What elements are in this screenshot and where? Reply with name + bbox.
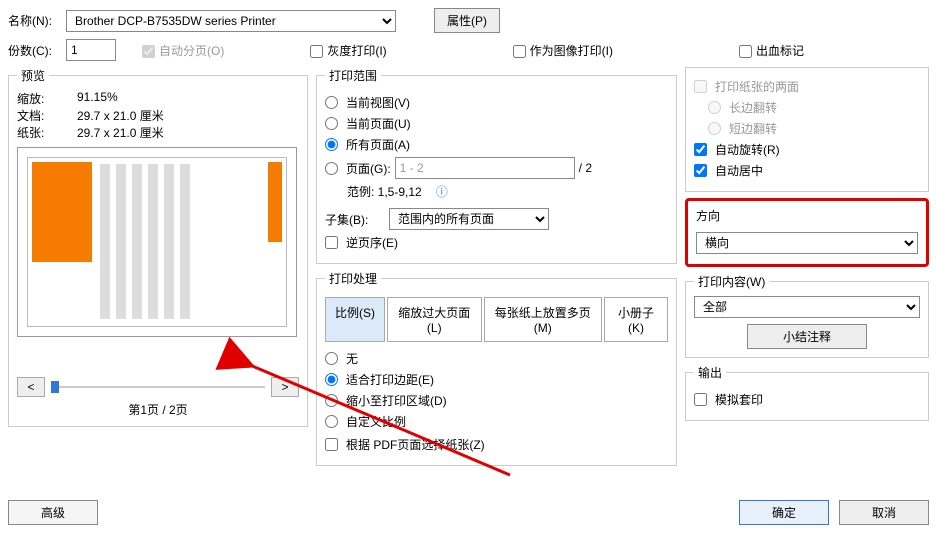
print-content-group: 打印内容(W) 全部 小结注释 (685, 273, 929, 358)
zoom-label: 缩放: (17, 90, 77, 107)
duplex-group: 打印纸张的两面 长边翻转 短边翻转 自动旋转(R) 自动居中 (685, 67, 929, 192)
grayscale-option[interactable]: 灰度打印(I) (310, 42, 386, 59)
tab-booklet[interactable]: 小册子(K) (604, 297, 668, 342)
scale-custom-radio[interactable] (325, 415, 338, 428)
reverse-checkbox[interactable] (325, 236, 338, 249)
pages-label: 页面(G): (346, 160, 391, 177)
copies-label: 份数(C): (8, 42, 58, 59)
output-group: 输出 模拟套印 (685, 364, 929, 421)
auto-rotate-checkbox[interactable] (694, 143, 707, 156)
collate-checkbox (142, 45, 155, 58)
doc-label: 文档: (17, 107, 77, 124)
auto-center-label: 自动居中 (715, 162, 763, 179)
paper-label: 纸张: (17, 124, 77, 141)
ok-button[interactable]: 确定 (739, 500, 829, 525)
orientation-legend: 方向 (696, 207, 918, 224)
scale-shrink-label: 缩小至打印区域(D) (346, 392, 447, 409)
choose-paper-checkbox[interactable] (325, 438, 338, 451)
scale-none-radio[interactable] (325, 352, 338, 365)
brand-text: Foxit (34, 296, 45, 320)
as-image-option[interactable]: 作为图像打印(I) (513, 42, 613, 59)
preview-group: 预览 缩放:91.15% 文档:29.7 x 21.0 厘米 纸张:29.7 x… (8, 67, 308, 427)
doc-value: 29.7 x 21.0 厘米 (77, 107, 164, 124)
subset-select[interactable]: 范围内的所有页面 (389, 208, 549, 230)
bleed-checkbox[interactable] (739, 45, 752, 58)
advanced-button[interactable]: 高级 (8, 500, 98, 525)
range-example: 范例: 1,5-9,12 (347, 183, 422, 200)
orientation-select[interactable]: 横向 (696, 232, 918, 254)
auto-rotate-label: 自动旋转(R) (715, 141, 780, 158)
paper-value: 29.7 x 21.0 厘米 (77, 124, 164, 141)
subset-label: 子集(B): (325, 211, 385, 228)
scale-fit-label: 适合打印边距(E) (346, 371, 434, 388)
content-legend: 打印内容(W) (694, 273, 769, 290)
scale-none-label: 无 (346, 350, 358, 367)
flip-short-radio (708, 122, 721, 135)
printer-select[interactable]: Brother DCP-B7535DW series Printer (66, 10, 396, 32)
pages-total: / 2 (579, 161, 592, 175)
copies-input[interactable] (66, 39, 116, 61)
current-view-label: 当前视图(V) (346, 94, 410, 111)
current-page-radio[interactable] (325, 117, 338, 130)
output-legend: 输出 (694, 364, 726, 381)
zoom-value: 91.15% (77, 90, 118, 107)
print-range-group: 打印范围 当前视图(V) 当前页面(U) 所有页面(A) 页面(G): / 2 … (316, 67, 677, 264)
flip-long-radio (708, 101, 721, 114)
scale-shrink-radio[interactable] (325, 394, 338, 407)
scale-fit-radio[interactable] (325, 373, 338, 386)
cancel-button[interactable]: 取消 (839, 500, 929, 525)
page-indicator: 第1页 / 2页 (17, 401, 299, 418)
orientation-highlight: 方向 横向 (685, 198, 929, 267)
tab-tile[interactable]: 缩放过大页面(L) (387, 297, 482, 342)
as-image-checkbox[interactable] (513, 45, 526, 58)
all-pages-label: 所有页面(A) (346, 136, 410, 153)
next-page-button[interactable]: > (271, 377, 299, 397)
current-page-label: 当前页面(U) (346, 115, 411, 132)
properties-button[interactable]: 属性(P) (434, 8, 500, 33)
grayscale-checkbox[interactable] (310, 45, 323, 58)
pages-radio[interactable] (325, 162, 338, 175)
bleed-option[interactable]: 出血标记 (739, 42, 804, 59)
duplex-label: 打印纸张的两面 (715, 78, 799, 95)
info-icon[interactable]: ⓘ (436, 183, 448, 200)
range-legend: 打印范围 (325, 67, 381, 84)
collate-option: 自动分页(O) (142, 42, 224, 59)
flip-long-label: 长边翻转 (729, 99, 777, 116)
current-view-radio[interactable] (325, 96, 338, 109)
all-pages-radio[interactable] (325, 138, 338, 151)
name-label: 名称(N): (8, 12, 58, 29)
auto-center-checkbox[interactable] (694, 164, 707, 177)
scale-custom-label: 自定义比例 (346, 413, 406, 430)
preview-thumbnail: Foxit (17, 147, 297, 337)
content-select[interactable]: 全部 (694, 296, 920, 318)
prev-page-button[interactable]: < (17, 377, 45, 397)
flip-short-label: 短边翻转 (729, 120, 777, 137)
reverse-label: 逆页序(E) (346, 234, 398, 251)
tab-multiple[interactable]: 每张纸上放置多页(M) (484, 297, 603, 342)
preview-legend: 预览 (17, 67, 49, 84)
duplex-checkbox (694, 80, 707, 93)
choose-paper-label: 根据 PDF页面选择纸张(Z) (346, 436, 485, 453)
print-handling-group: 打印处理 比例(S) 缩放过大页面(L) 每张纸上放置多页(M) 小册子(K) … (316, 270, 677, 466)
handling-legend: 打印处理 (325, 270, 381, 287)
page-slider[interactable] (51, 386, 265, 388)
trapping-label: 模拟套印 (715, 391, 763, 408)
summary-comments-button[interactable]: 小结注释 (747, 324, 867, 349)
tab-scale[interactable]: 比例(S) (325, 297, 385, 342)
trapping-checkbox[interactable] (694, 393, 707, 406)
pages-input[interactable] (395, 157, 575, 179)
